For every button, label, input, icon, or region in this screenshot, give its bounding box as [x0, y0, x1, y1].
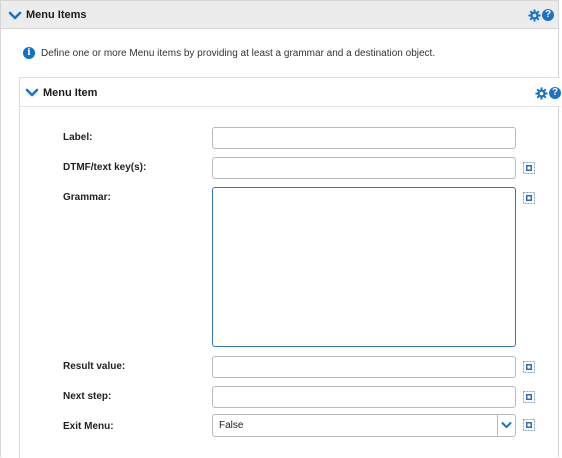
exit-menu-select[interactable]: False: [212, 414, 516, 437]
menu-item-title: Menu Item: [43, 87, 98, 99]
info-icon: i: [23, 47, 35, 59]
result-value-input[interactable]: [212, 356, 516, 378]
menu-item-header[interactable]: Menu Item ?: [20, 78, 561, 107]
grammar-textarea[interactable]: [212, 187, 516, 347]
next-step-field-label: Next step:: [63, 391, 112, 402]
help-icon[interactable]: ?: [542, 9, 554, 21]
next-step-input[interactable]: [212, 386, 516, 408]
dtmf-input[interactable]: [212, 157, 516, 179]
gear-icon[interactable]: [528, 9, 541, 22]
dtmf-field-label: DTMF/text key(s):: [63, 162, 147, 173]
label-input[interactable]: [212, 127, 516, 149]
menu-items-panel: Menu Items ? i Define one or more Menu i…: [0, 0, 561, 458]
exit-menu-dropdown-button[interactable]: [497, 415, 515, 436]
info-text: Define one or more Menu items by providi…: [41, 48, 436, 59]
result-value-field-label: Result value:: [63, 361, 126, 372]
help-icon[interactable]: ?: [549, 87, 561, 99]
chevron-down-icon[interactable]: [8, 11, 22, 21]
label-field-label: Label:: [63, 132, 93, 143]
expression-builder-icon[interactable]: [523, 391, 535, 403]
chevron-down-icon[interactable]: [25, 88, 39, 98]
exit-menu-field-label: Exit Menu:: [63, 421, 114, 432]
grammar-field-label: Grammar:: [63, 192, 111, 203]
menu-items-header[interactable]: Menu Items ?: [1, 1, 558, 29]
expression-builder-icon[interactable]: [523, 162, 535, 174]
expression-builder-icon[interactable]: [523, 192, 535, 204]
menu-items-title: Menu Items: [26, 9, 87, 21]
expression-builder-icon[interactable]: [523, 361, 535, 373]
expression-builder-icon[interactable]: [523, 419, 535, 431]
chevron-down-icon: [501, 422, 512, 429]
exit-menu-selected-value: False: [219, 420, 244, 431]
gear-icon[interactable]: [535, 87, 548, 100]
